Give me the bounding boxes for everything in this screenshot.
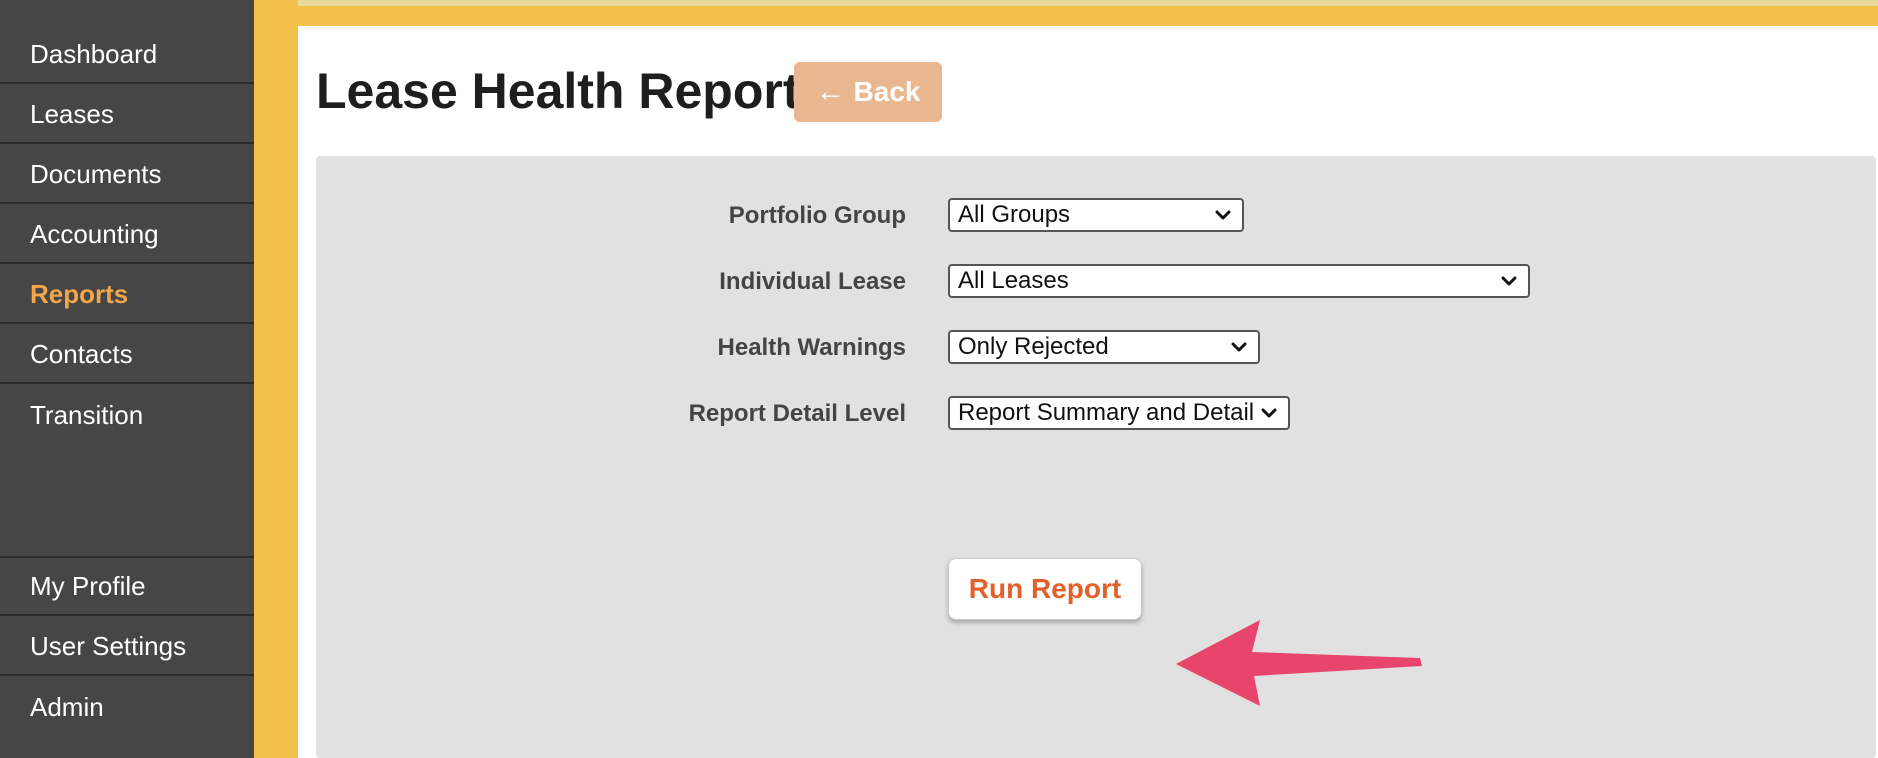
sidebar-item-admin[interactable]: Admin [0,678,254,736]
chevron-down-icon [1231,342,1247,352]
individual-lease-select[interactable]: All Leases [948,264,1530,298]
chevron-down-icon [1261,408,1277,418]
report-detail-level-label: Report Detail Level [688,400,906,427]
page-title: Lease Health Report [316,63,800,119]
back-button-label: Back [853,76,921,107]
report-form-panel: Portfolio Group All Groups Individual Le… [316,156,1876,758]
portfolio-group-label: Portfolio Group [728,202,906,229]
sidebar-item-leases[interactable]: Leases [0,86,254,144]
health-warnings-value: Only Rejected [958,333,1109,360]
sidebar-item-accounting[interactable]: Accounting [0,206,254,264]
health-warnings-select[interactable]: Only Rejected [948,330,1260,364]
sidebar-item-dashboard[interactable]: Dashboard [0,26,254,84]
back-arrow-icon: ← [815,75,846,108]
sidebar-item-transition[interactable]: Transition [0,386,254,444]
annotation-arrow-icon [1176,620,1422,706]
portfolio-group-value: All Groups [958,201,1071,228]
individual-lease-value: All Leases [958,267,1069,294]
chevron-down-icon [1501,276,1517,286]
chevron-down-icon [1215,210,1231,220]
sidebar-item-reports[interactable]: Reports [0,266,254,324]
health-warnings-label: Health Warnings [717,334,906,361]
sidebar-nav: Dashboard Leases Documents Accounting Re… [0,0,254,758]
sidebar-item-my-profile[interactable]: My Profile [0,558,254,616]
sidebar-item-contacts[interactable]: Contacts [0,326,254,384]
main-content: Lease Health Report ← Back Portfolio Gro… [298,26,1878,758]
app-window: Dashboard Leases Documents Accounting Re… [0,0,1878,758]
individual-lease-label: Individual Lease [719,268,906,295]
report-detail-level-select[interactable]: Report Summary and Detail [948,396,1290,430]
report-detail-level-value: Report Summary and Detail [958,399,1255,426]
frame-border [254,0,298,758]
portfolio-group-select[interactable]: All Groups [948,198,1244,232]
run-report-button[interactable]: Run Report [948,558,1142,620]
sidebar-item-documents[interactable]: Documents [0,146,254,204]
header-bar [254,0,1878,26]
sidebar-item-user-settings[interactable]: User Settings [0,618,254,676]
back-button[interactable]: ← Back [794,62,942,122]
